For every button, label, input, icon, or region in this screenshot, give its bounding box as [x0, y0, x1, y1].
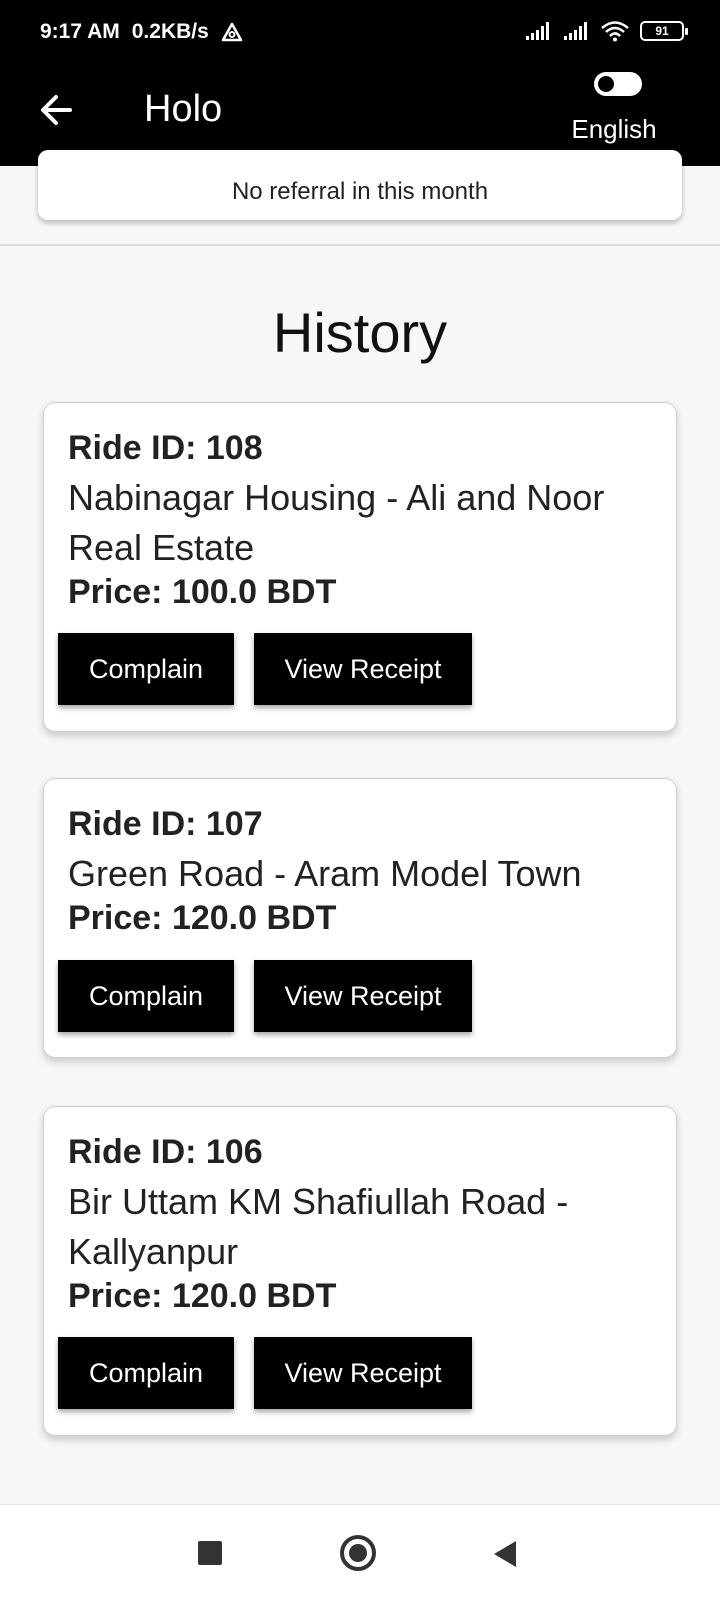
ride-route: Bir Uttam KM Shafiullah Road - Kallyanpu… [68, 1181, 569, 1272]
data-saver-icon [221, 22, 243, 42]
ride-card: Ride ID: 107 Green Road - Aram Model Tow… [43, 778, 677, 1058]
ride-card: Ride ID: 108 Nabinagar Housing - Ali and… [43, 402, 677, 732]
view-receipt-button[interactable]: View Receipt [254, 1337, 472, 1409]
ride-id: Ride ID: 106 [68, 1133, 263, 1171]
home-icon[interactable] [340, 1535, 376, 1571]
ride-price: Price: 100.0 BDT [68, 573, 337, 611]
complain-button[interactable]: Complain [58, 960, 234, 1032]
back-arrow-icon[interactable] [36, 90, 76, 130]
system-nav-bar [0, 1504, 720, 1600]
ride-card: Ride ID: 106 Bir Uttam KM Shafiullah Roa… [43, 1106, 677, 1436]
status-time: 9:17 AM [40, 20, 120, 43]
status-left: 9:17 AM 0.2KB/s [40, 20, 243, 44]
complain-button[interactable]: Complain [58, 1337, 234, 1409]
signal-icon [526, 22, 549, 40]
recents-icon[interactable] [198, 1541, 222, 1565]
status-bar: 9:17 AM 0.2KB/s 91 [0, 0, 720, 70]
referral-message: No referral in this month [231, 178, 489, 205]
ride-price: Price: 120.0 BDT [68, 899, 337, 937]
language-switch[interactable]: English [564, 70, 664, 160]
view-receipt-button[interactable]: View Receipt [254, 633, 472, 705]
battery-icon: 91 [640, 21, 688, 41]
view-receipt-button[interactable]: View Receipt [254, 960, 472, 1032]
history-title: History [272, 301, 448, 364]
signal-icon [564, 22, 587, 40]
status-right: 91 [524, 20, 688, 42]
app-title: Holo [144, 88, 223, 130]
toggle-knob [598, 76, 614, 92]
ride-route: Green Road - Aram Model Town [68, 853, 582, 894]
battery-level: 91 [655, 24, 669, 38]
nav-back-icon[interactable] [494, 1541, 516, 1567]
ride-id: Ride ID: 107 [68, 805, 263, 843]
top-bar: 9:17 AM 0.2KB/s 91 Holo English [0, 0, 720, 166]
language-label: English [571, 114, 657, 144]
referral-card: No referral in this month [38, 150, 682, 220]
complain-button[interactable]: Complain [58, 633, 234, 705]
ride-route: Nabinagar Housing - Ali and Noor Real Es… [68, 477, 605, 568]
language-toggle[interactable] [594, 72, 642, 96]
ride-price: Price: 120.0 BDT [68, 1277, 337, 1315]
ride-id: Ride ID: 108 [68, 429, 263, 467]
wifi-icon [601, 21, 629, 42]
section-divider [0, 244, 720, 246]
network-speed: 0.2KB/s [131, 20, 209, 43]
